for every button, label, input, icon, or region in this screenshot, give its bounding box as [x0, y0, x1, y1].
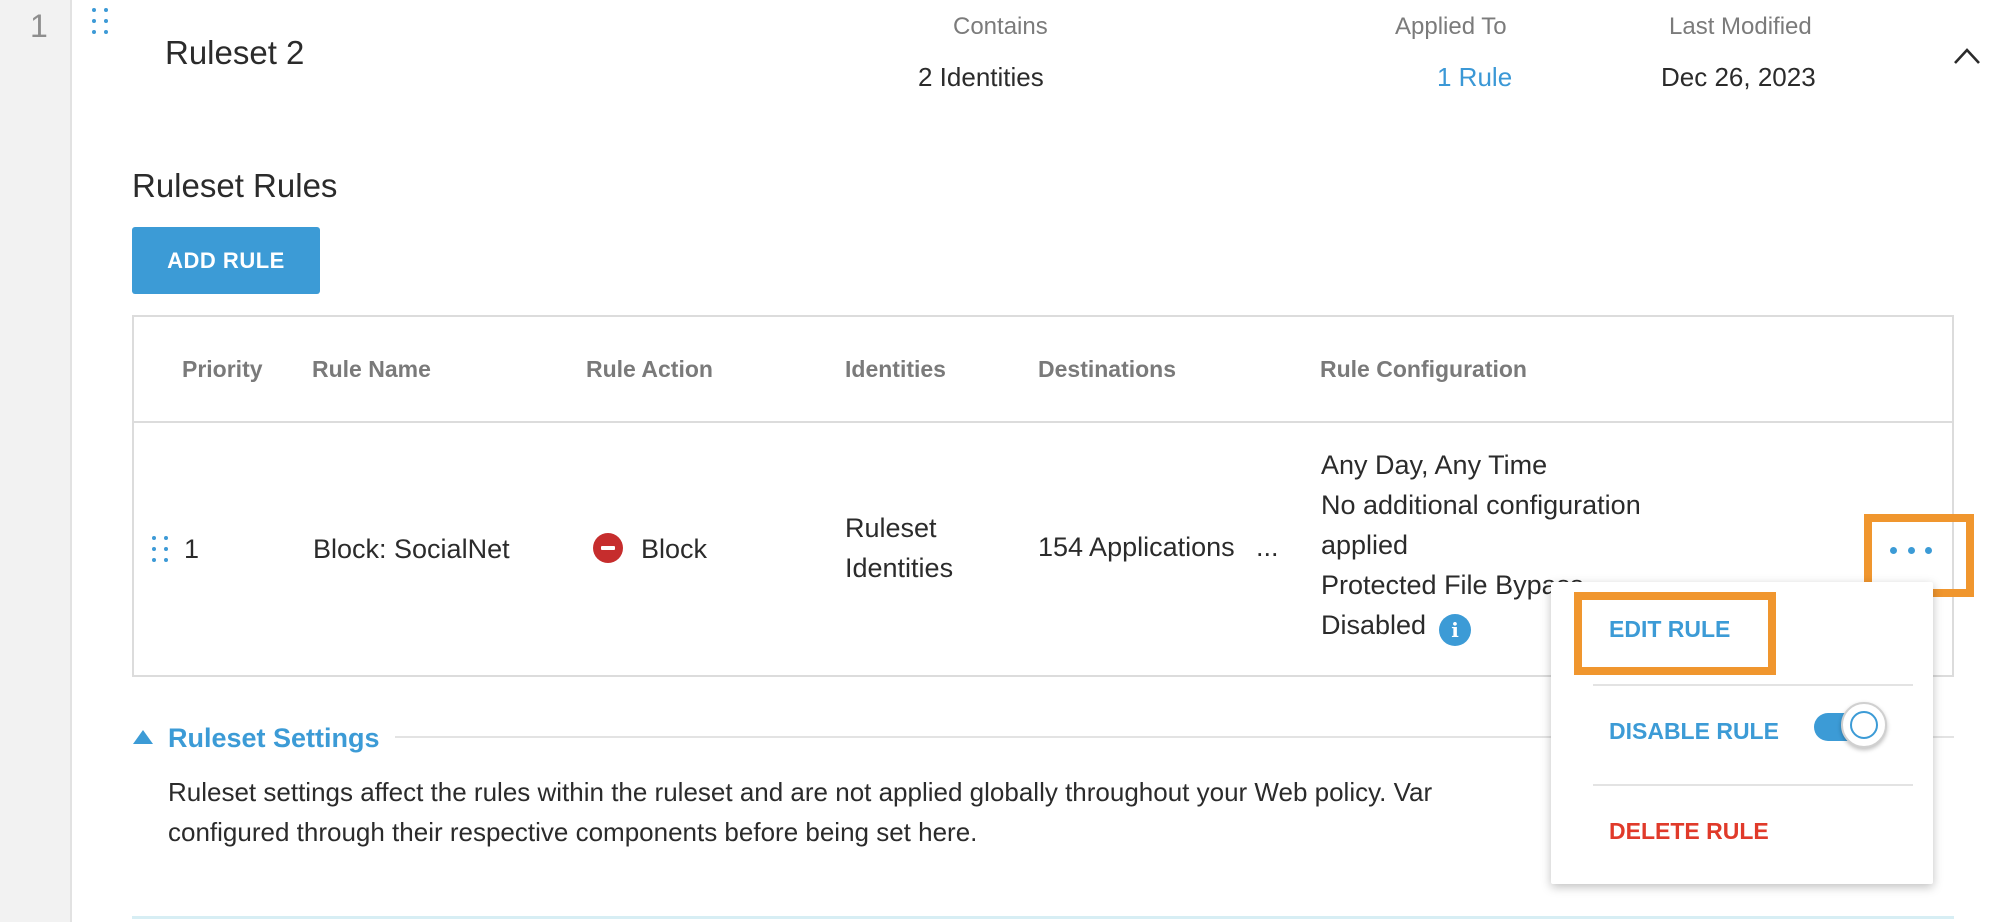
config-protected-file-bypass: Protected File Bypass: [1321, 570, 1584, 600]
row-rule-name: Block: SocialNet: [313, 534, 510, 564]
contains-value: 2 Identities: [918, 62, 1044, 92]
ruleset-name: Ruleset 2: [165, 34, 305, 71]
config-schedule: Any Day, Any Time: [1321, 450, 1548, 480]
row-drag-handle-icon[interactable]: [152, 536, 168, 562]
row-rule-action: Block: [641, 534, 708, 564]
menu-divider: [1593, 684, 1913, 686]
settings-description-line2: configured through their respective comp…: [168, 817, 978, 847]
disable-rule-item[interactable]: DISABLE RULE: [1609, 718, 1779, 745]
info-icon[interactable]: i: [1439, 614, 1471, 646]
triangle-up-icon[interactable]: [132, 729, 154, 750]
row-number: 1: [30, 8, 48, 44]
row-priority: 1: [184, 534, 200, 564]
header-rule-action[interactable]: Rule Action: [586, 356, 713, 383]
last-modified-label: Last Modified: [1669, 13, 1812, 40]
ruleset-rules-title: Ruleset Rules: [132, 167, 338, 204]
disable-rule-toggle[interactable]: [1841, 702, 1887, 748]
contains-label: Contains: [953, 13, 1048, 40]
delete-rule-item[interactable]: DELETE RULE: [1609, 818, 1769, 845]
row-gutter: [0, 0, 72, 922]
header-priority[interactable]: Priority: [182, 356, 263, 383]
header-destinations[interactable]: Destinations: [1038, 356, 1176, 383]
config-applied: applied: [1321, 530, 1409, 560]
row-identities-line1: Ruleset: [845, 513, 937, 543]
drag-handle-icon[interactable]: [92, 8, 108, 34]
header-rule-name[interactable]: Rule Name: [312, 356, 431, 383]
row-destinations: 154 Applications: [1038, 532, 1235, 562]
more-options-icon[interactable]: [1890, 547, 1932, 555]
table-header-divider: [134, 421, 1952, 423]
applied-to-link[interactable]: 1 Rule: [1437, 62, 1512, 93]
ruleset-settings-toggle[interactable]: Ruleset Settings: [168, 723, 380, 754]
header-identities[interactable]: Identities: [845, 356, 946, 383]
last-modified-value: Dec 26, 2023: [1661, 62, 1816, 92]
edit-rule-highlight: [1574, 592, 1776, 675]
menu-divider: [1593, 784, 1913, 786]
add-rule-button[interactable]: ADD RULE: [132, 227, 320, 294]
applied-to-label: Applied To: [1395, 13, 1507, 40]
bottom-divider: [132, 916, 1954, 919]
chevron-up-icon[interactable]: [1952, 45, 1982, 72]
settings-description-line1: Ruleset settings affect the rules within…: [168, 777, 1433, 807]
config-disabled: Disabled: [1321, 610, 1427, 640]
config-additional: No additional configuration: [1321, 490, 1641, 520]
header-rule-configuration: Rule Configuration: [1320, 356, 1527, 382]
block-icon: [593, 533, 623, 563]
row-identities-line2: Identities: [845, 553, 954, 583]
destinations-more-link[interactable]: ...: [1256, 532, 1279, 563]
